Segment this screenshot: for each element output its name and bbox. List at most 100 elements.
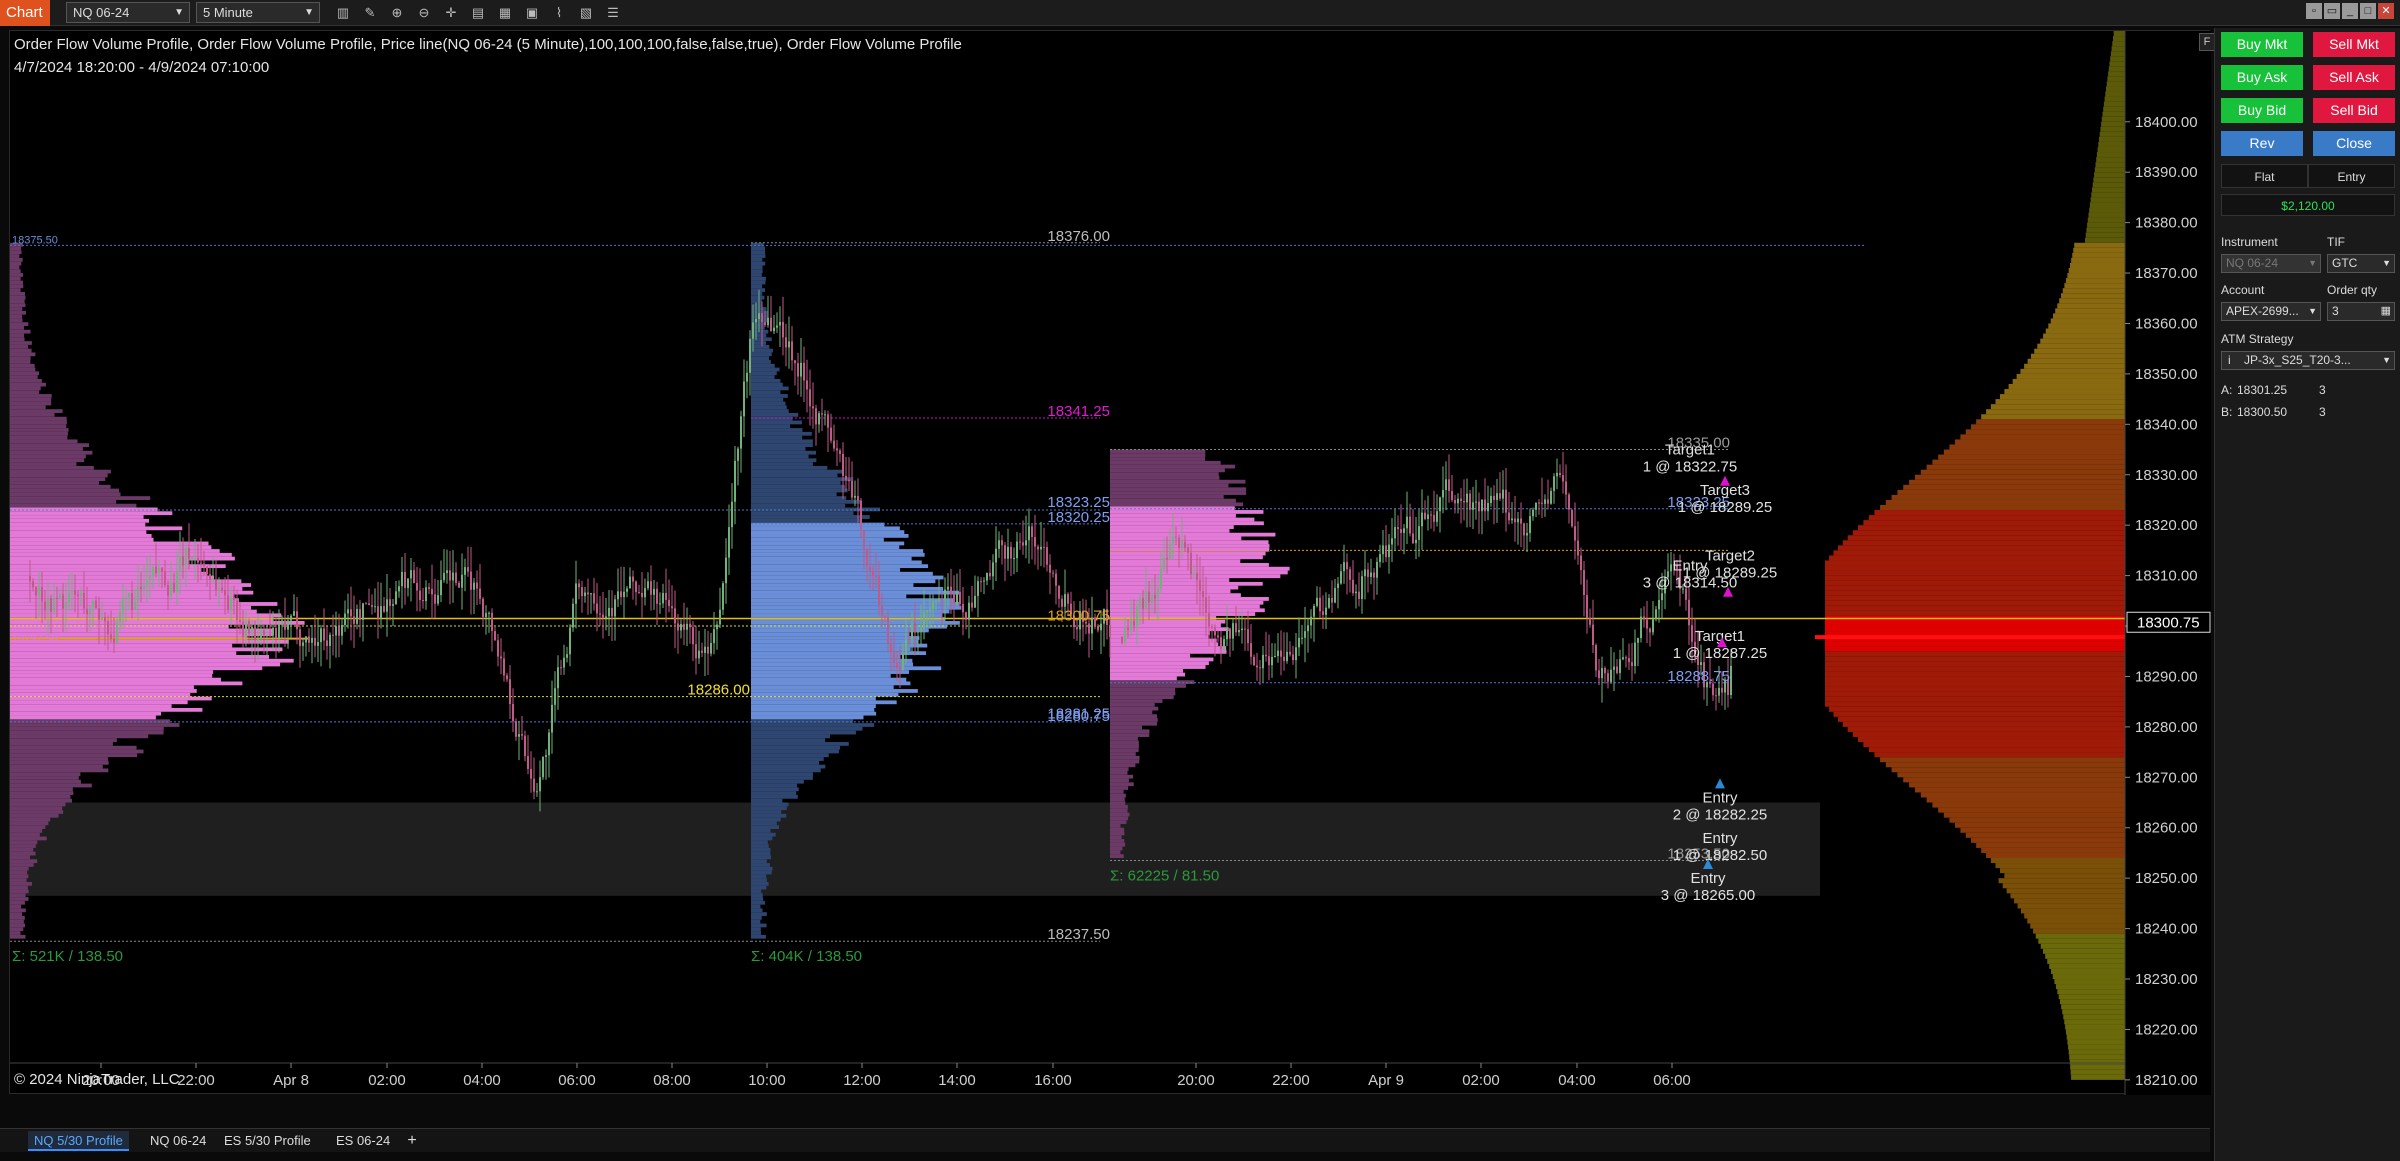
- strategies-icon[interactable]: ⌇: [550, 4, 568, 22]
- price-tick-label: 18260.00: [2135, 820, 2198, 837]
- buy-ask-button[interactable]: Buy Ask: [2221, 65, 2303, 90]
- properties-icon[interactable]: ▦: [496, 4, 514, 22]
- profile-1-bar: [10, 844, 36, 848]
- composite-profile-bar: [1914, 474, 2125, 480]
- candle-body: [752, 322, 754, 339]
- profile-1-bar: [10, 541, 209, 546]
- candle-body: [353, 616, 355, 624]
- candle-body: [1637, 638, 1639, 643]
- candle-body: [800, 362, 802, 377]
- bar-type-icon[interactable]: ▥: [334, 4, 352, 22]
- tab-nq-profile[interactable]: NQ 5/30 Profile: [28, 1131, 129, 1151]
- templates-icon[interactable]: ▧: [577, 4, 595, 22]
- add-tab-button[interactable]: +: [402, 1131, 422, 1151]
- candle-body: [638, 592, 640, 594]
- candle-body: [1046, 547, 1048, 565]
- minimize-icon[interactable]: _: [2342, 3, 2358, 19]
- composite-profile-bar: [1909, 479, 2125, 485]
- candle-body: [545, 755, 547, 757]
- account-select[interactable]: APEX-2699... ▼: [2221, 302, 2321, 321]
- candle-body: [224, 589, 226, 596]
- profile-1-bar: [10, 885, 28, 890]
- profile-2-bar: [751, 499, 861, 504]
- candle-body: [1712, 683, 1714, 696]
- tab-nq-0624[interactable]: NQ 06-24: [144, 1131, 212, 1151]
- candle-body: [1031, 526, 1033, 538]
- instrument-selector[interactable]: NQ 06-24 ▼: [66, 2, 190, 23]
- tif-select[interactable]: GTC ▼: [2327, 254, 2395, 273]
- time-tick-label: 06:00: [1653, 1072, 1691, 1089]
- candle-body: [614, 599, 616, 617]
- buy-bid-button[interactable]: Buy Bid: [2221, 98, 2303, 123]
- composite-profile-bar: [1954, 439, 2125, 445]
- tile-icon[interactable]: ▭: [2324, 3, 2340, 19]
- reverse-button[interactable]: Rev: [2221, 131, 2303, 156]
- candle-body: [446, 570, 448, 574]
- drawing-tool-icon[interactable]: ✎: [361, 4, 379, 22]
- restore-icon[interactable]: ▫: [2306, 3, 2322, 19]
- buy-market-button[interactable]: Buy Mkt: [2221, 32, 2303, 57]
- instrument-field[interactable]: NQ 06-24 ▼: [2221, 254, 2321, 273]
- info-icon[interactable]: i: [2228, 352, 2231, 369]
- composite-profile-bar: [1981, 847, 2125, 853]
- candle-body: [1406, 516, 1408, 529]
- candle-body: [527, 756, 529, 769]
- composite-profile-bar: [1825, 656, 2125, 662]
- time-tick-label: 04:00: [463, 1072, 501, 1089]
- close-icon[interactable]: ✕: [2378, 3, 2394, 19]
- candle-body: [1124, 628, 1126, 643]
- candle-body: [443, 573, 445, 581]
- composite-profile-bar: [1920, 469, 2125, 475]
- tab-es-profile[interactable]: ES 5/30 Profile: [218, 1131, 317, 1151]
- profile-1-bar: [10, 416, 67, 421]
- zoom-out-icon[interactable]: ⊖: [415, 4, 433, 22]
- list-icon[interactable]: ☰: [604, 4, 622, 22]
- profile-2-bar: [751, 662, 914, 667]
- profile-1-bar: [10, 893, 26, 898]
- close-position-button[interactable]: Close: [2313, 131, 2395, 156]
- profile-1-bar: [10, 322, 29, 326]
- composite-profile-bar: [2067, 273, 2125, 279]
- profile-1-bar: [10, 307, 23, 311]
- profile-3-bar: [1110, 521, 1264, 526]
- candle-body: [566, 654, 568, 658]
- composite-profile-bar: [2106, 86, 2125, 92]
- interval-selector[interactable]: 5 Minute ▼: [196, 2, 320, 23]
- candle-body: [1397, 527, 1399, 530]
- sell-bid-button[interactable]: Sell Bid: [2313, 98, 2395, 123]
- candle-body: [503, 658, 505, 676]
- composite-profile-bar: [2106, 81, 2125, 87]
- profile-2-bar: [751, 685, 894, 690]
- sell-market-button[interactable]: Sell Mkt: [2313, 32, 2395, 57]
- profile-3-bar: [1110, 460, 1221, 465]
- price-tick-label: 18240.00: [2135, 921, 2198, 938]
- zoom-in-icon[interactable]: ⊕: [388, 4, 406, 22]
- tab-es-0624[interactable]: ES 06-24: [330, 1131, 396, 1151]
- price-chart[interactable]: 18376.00 18341.25 18323.25 18320.25 18300.75…: [9, 30, 2215, 1095]
- unrealized-pnl: $2,120.00: [2221, 194, 2395, 216]
- profile-2-bar: [751, 583, 914, 587]
- candle-body: [134, 601, 136, 610]
- candle-body: [1271, 656, 1273, 666]
- snapshot-icon[interactable]: ▣: [523, 4, 541, 22]
- profile-1-bar: [10, 662, 281, 667]
- time-tick-label: 08:00: [653, 1072, 691, 1089]
- crosshair-icon[interactable]: ✛: [442, 4, 460, 22]
- sell-ask-button[interactable]: Sell Ask: [2313, 65, 2395, 90]
- candle-body: [1436, 511, 1438, 522]
- profile-1-bar: [10, 382, 46, 387]
- candle-body: [689, 623, 691, 628]
- candle-body: [1289, 651, 1291, 655]
- data-box-icon[interactable]: ▤: [469, 4, 487, 22]
- fullscreen-toggle-button[interactable]: F: [2199, 33, 2215, 51]
- atm-strategy-select[interactable]: i JP-3x_S25_T20-3... ▼: [2221, 351, 2395, 370]
- profile-3-bar: [1110, 767, 1129, 772]
- candle-body: [764, 322, 766, 326]
- candle-body: [695, 644, 697, 659]
- order-qty-input[interactable]: 3 ▦: [2327, 302, 2395, 321]
- maximize-icon[interactable]: □: [2360, 3, 2376, 19]
- profile-3-sum-label: Σ: 62225 / 81.50: [1110, 868, 1219, 885]
- calculator-icon[interactable]: ▦: [2381, 303, 2391, 320]
- profile-1-bar: [10, 726, 164, 731]
- chart-app-tab[interactable]: Chart: [0, 0, 50, 26]
